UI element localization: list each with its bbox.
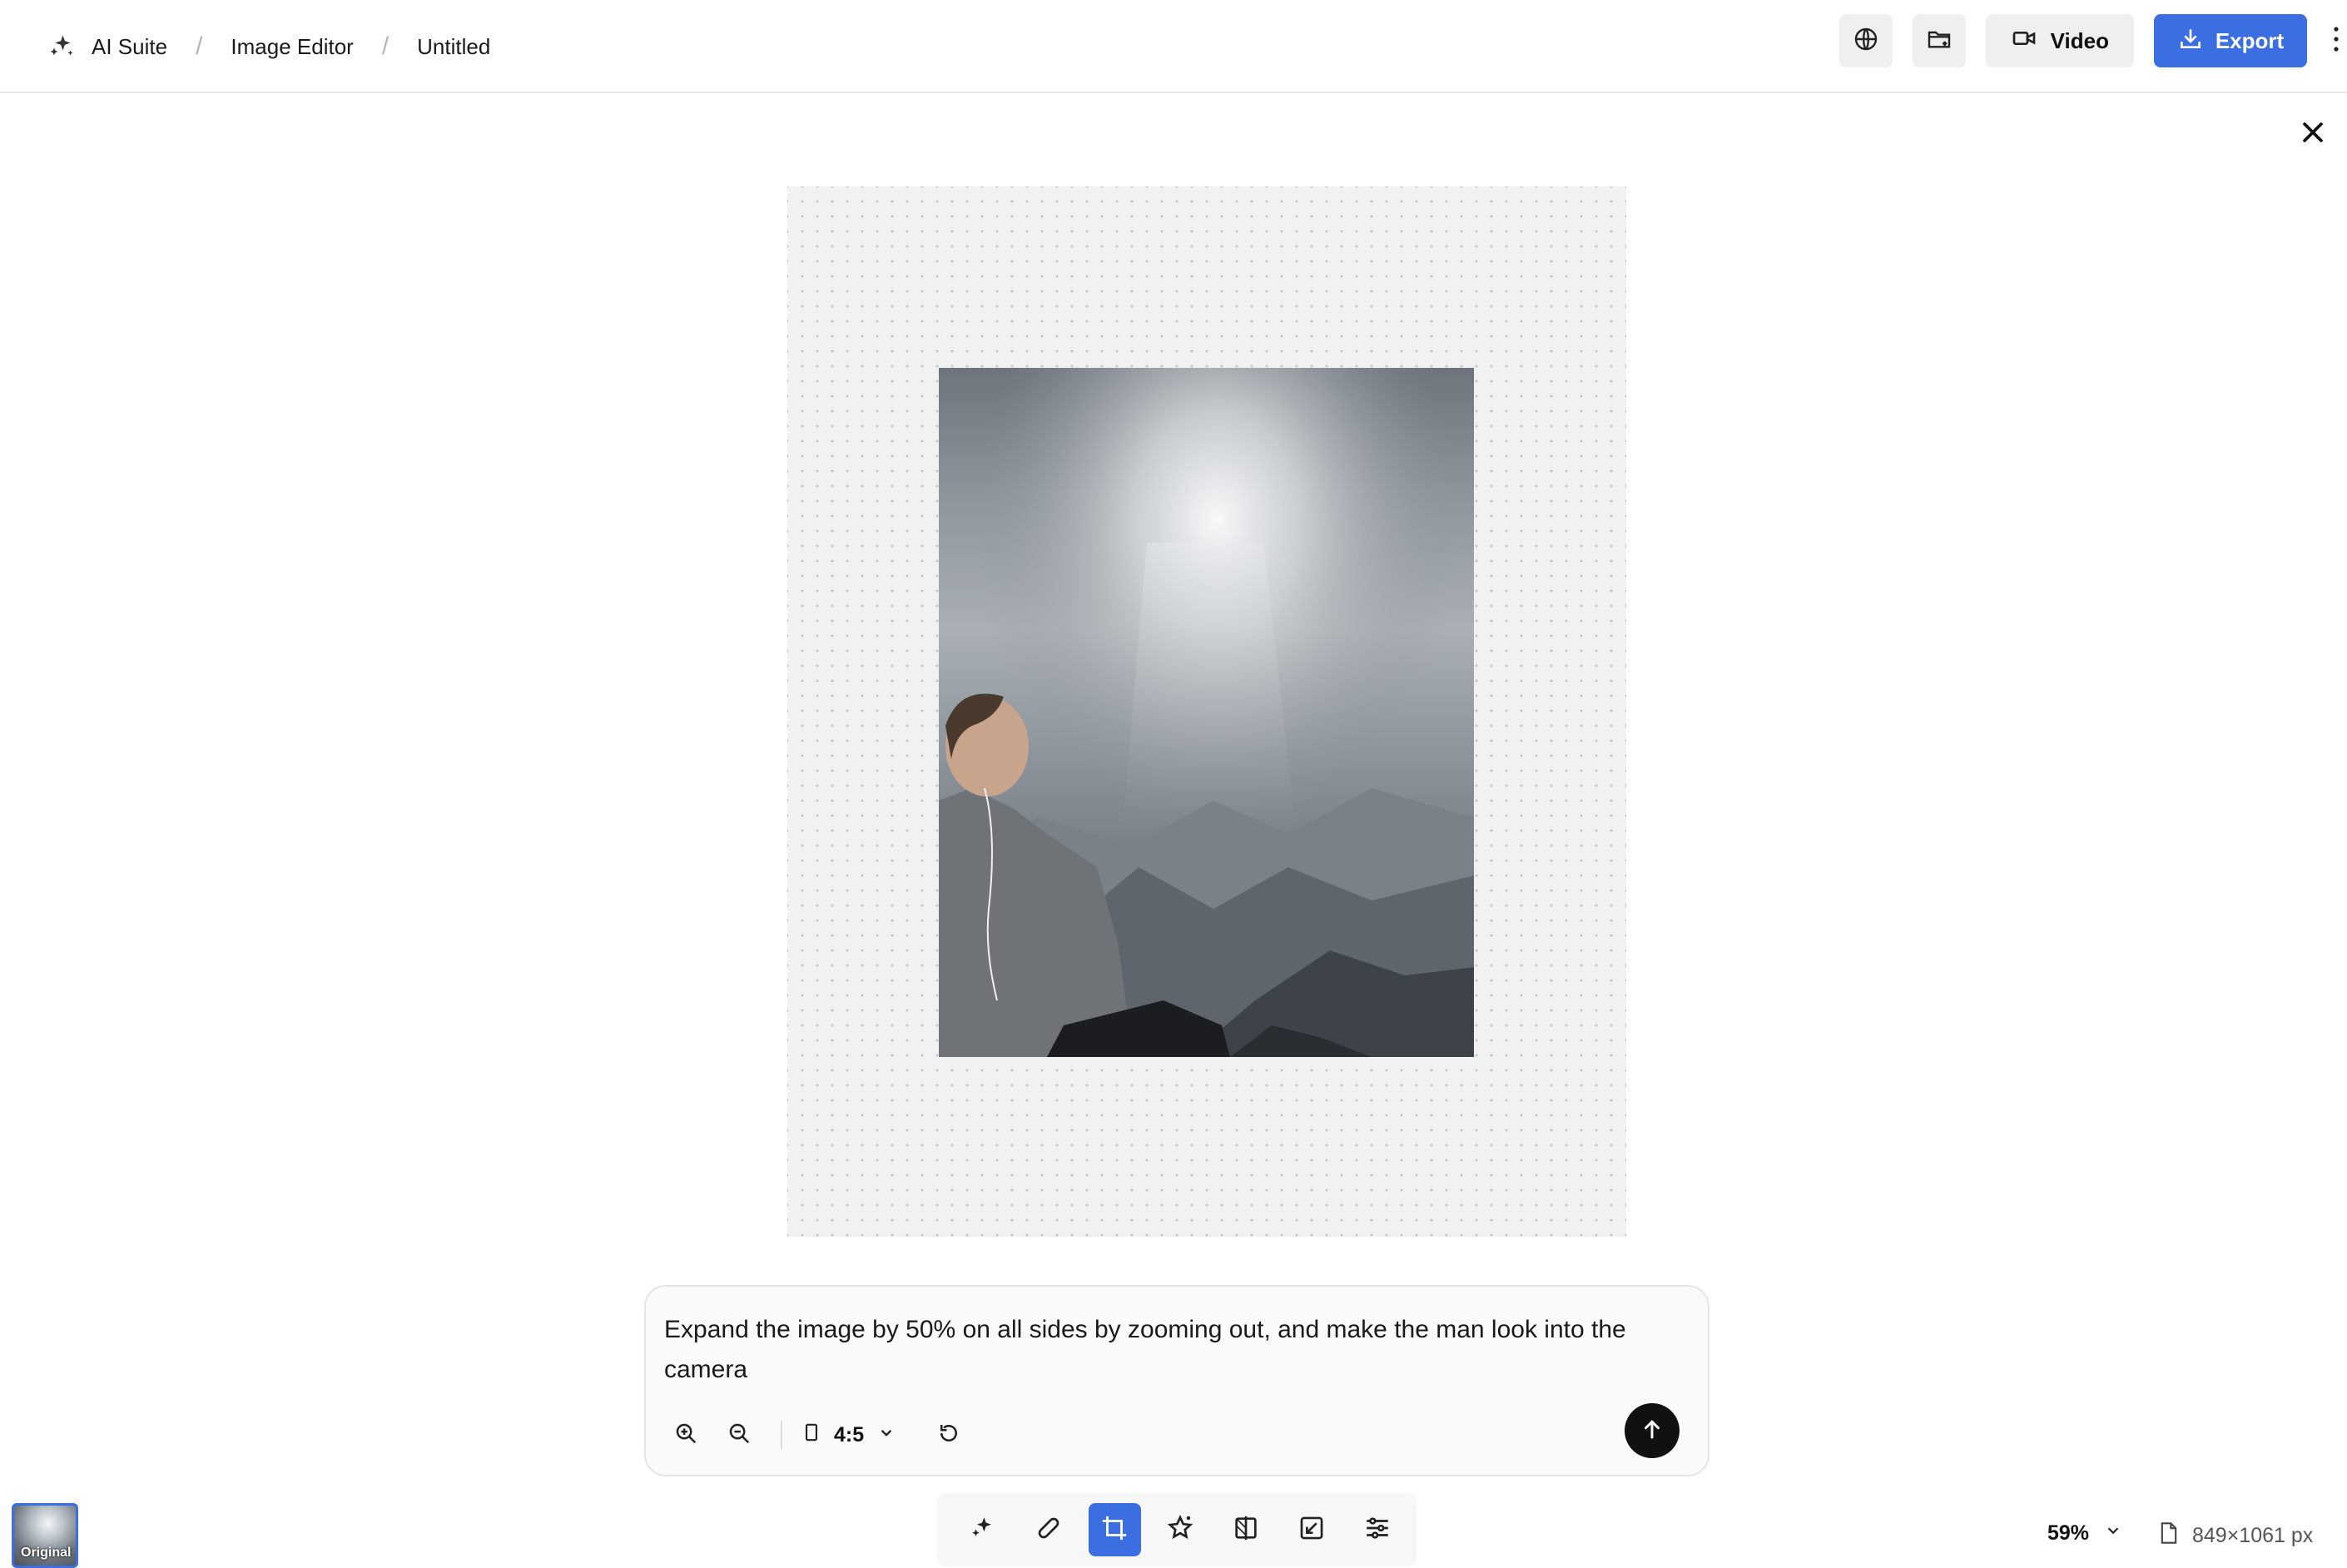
chevron-down-icon [876,1422,897,1449]
video-camera-icon [2011,25,2037,57]
reset-button[interactable] [929,1415,969,1455]
expand-canvas[interactable] [787,186,1626,1237]
prompt-box: Expand the image by 50% on all sides by … [644,1285,1709,1476]
star-sparkle-icon [1166,1514,1194,1546]
video-button-label: Video [2050,27,2109,53]
image-dimensions: 849×1061 px [2159,1521,2313,1551]
zoom-in-button[interactable] [666,1415,706,1455]
export-button-label: Export [2215,27,2285,53]
more-vertical-icon [2332,24,2340,58]
breadcrumb-separator: / [381,32,390,60]
tool-divider [781,1421,782,1449]
reset-icon [936,1421,961,1450]
dimensions-value: 849×1061 px [2192,1524,2314,1547]
send-button[interactable] [1625,1403,1680,1458]
resize-icon [1298,1514,1326,1546]
heal-tool[interactable] [1023,1503,1075,1556]
close-button[interactable] [2295,117,2330,151]
close-icon [2299,118,2327,151]
breadcrumb-separator: / [196,32,203,60]
zoom-in-icon [673,1421,698,1450]
bandage-icon [1035,1514,1063,1546]
file-icon [2159,1521,2179,1551]
zoom-value: 59% [2047,1521,2090,1545]
more-menu-button[interactable] [2332,14,2347,67]
photo-illustration [939,368,1474,1057]
editing-toolbar [937,1493,1417,1566]
magic-edit-tool[interactable] [957,1503,1010,1556]
crop-icon [1100,1514,1129,1546]
aspect-ratio-select[interactable]: 4:5 [801,1422,897,1449]
resize-tool[interactable] [1285,1503,1337,1556]
header-actions: Video Export [1838,14,2347,67]
compare-tool[interactable] [1219,1503,1272,1556]
original-thumbnail[interactable]: Original [12,1503,78,1568]
breadcrumb: AI Suite / Image Editor / Untitled [47,0,490,93]
zoom-out-button[interactable] [719,1415,759,1455]
chevron-down-icon [2104,1521,2122,1546]
prompt-tools: 4:5 [666,1410,982,1460]
breadcrumb-label: AI Suite [92,33,168,59]
folder-add-icon [1926,26,1953,57]
crop-expand-tool[interactable] [1088,1503,1141,1556]
sparkles-icon [969,1514,997,1546]
zoom-select[interactable]: 59% [2047,1521,2122,1546]
prompt-input[interactable]: Expand the image by 50% on all sides by … [664,1310,1671,1390]
enhance-tool[interactable] [1154,1503,1207,1556]
adjust-tool[interactable] [1351,1503,1403,1556]
save-to-folder-button[interactable] [1912,14,1966,67]
zoom-out-icon [727,1421,752,1450]
breadcrumb-label: Untitled [417,33,491,59]
breadcrumb-image-editor[interactable]: Image Editor [231,34,353,60]
top-bar: AI Suite / Image Editor / Untitled Video [0,0,2347,93]
edited-image[interactable] [939,368,1474,1057]
breadcrumb-label: Image Editor [231,33,354,59]
globe-icon [1853,26,1879,57]
download-icon [2177,25,2204,57]
compare-icon [1232,1514,1260,1546]
sparkles-icon [47,32,77,62]
video-button[interactable]: Video [1985,14,2134,67]
export-button[interactable]: Export [2154,14,2307,67]
portrait-frame-icon [801,1422,822,1449]
language-button[interactable] [1838,14,1893,67]
aspect-ratio-value: 4:5 [834,1422,865,1446]
sliders-icon [1363,1514,1392,1546]
arrow-up-icon [1640,1417,1665,1446]
document-title[interactable]: Untitled [417,34,490,60]
thumbnail-label: Original [21,1546,72,1560]
breadcrumb-ai-suite[interactable]: AI Suite [47,32,167,62]
